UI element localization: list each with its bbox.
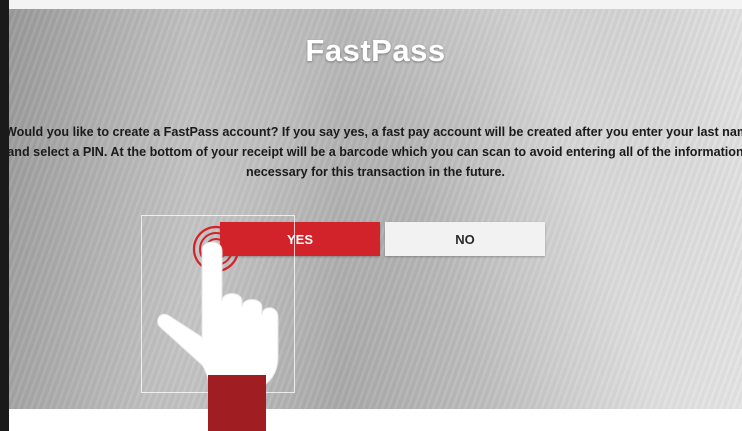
- message-line: and select a PIN. At the bottom of your …: [9, 145, 742, 159]
- fastpass-dialog: FastPass Would you like to create a Fast…: [9, 9, 742, 409]
- screen-bezel-left: [0, 0, 9, 431]
- hand-cuff: [208, 375, 266, 431]
- screen-bezel-top: [9, 0, 742, 9]
- dialog-title: FastPass: [305, 33, 446, 68]
- message-line: Would you like to create a FastPass acco…: [9, 125, 742, 139]
- no-button[interactable]: NO: [385, 222, 545, 256]
- message-line: necessary for this transaction in the fu…: [246, 165, 505, 179]
- kiosk-screen: FastPass Would you like to create a Fast…: [0, 0, 742, 431]
- pointing-hand-icon: [157, 241, 279, 431]
- tap-hint-overlay: [157, 225, 279, 431]
- dialog-message: Would you like to create a FastPass acco…: [9, 122, 742, 182]
